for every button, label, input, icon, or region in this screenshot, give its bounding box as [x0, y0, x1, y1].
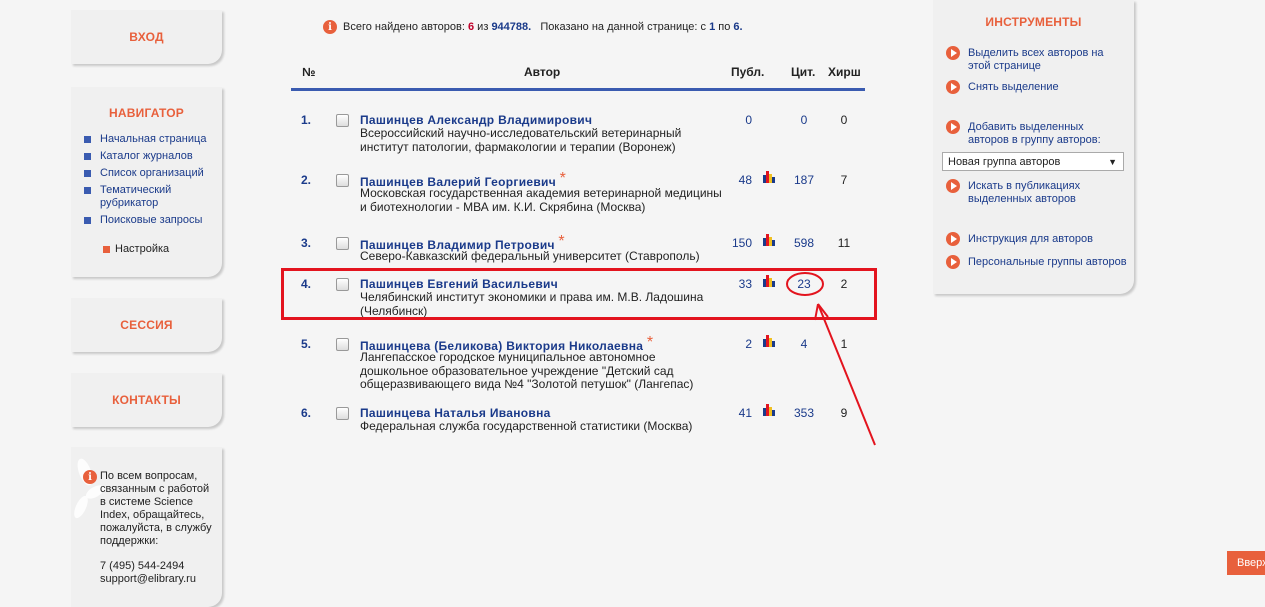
header-pubs[interactable]: Публ. — [731, 65, 764, 79]
author-name-link[interactable]: Пашинцева Наталья Ивановна — [360, 406, 551, 420]
row-checkbox[interactable] — [336, 338, 349, 351]
bullet-icon — [84, 170, 91, 177]
play-icon — [946, 80, 960, 94]
results-summary: i Всего найдено авторов: 6 из 944788. По… — [323, 20, 743, 34]
publications-count[interactable]: 150 — [732, 236, 752, 250]
author-organization: Федеральная служба государственной стати… — [360, 419, 693, 433]
header-hirsch[interactable]: Хирш — [828, 65, 861, 79]
author-group-select[interactable]: Новая группа авторов ▼ — [942, 152, 1124, 171]
login-label[interactable]: ВХОД — [129, 30, 163, 44]
contacts-panel[interactable]: КОНТАКТЫ — [71, 373, 222, 427]
navigator-list: Начальная страница Каталог журналов Спис… — [84, 133, 219, 231]
play-icon — [946, 179, 960, 193]
publications-count[interactable]: 48 — [739, 173, 752, 187]
found-count: 6 — [467, 21, 475, 33]
support-email[interactable]: support@elibrary.ru — [100, 573, 215, 586]
settings-bullet-icon — [103, 246, 110, 253]
hirsch-index: 7 — [840, 173, 848, 187]
row-number: 1. — [301, 113, 312, 127]
tools-title: ИНСТРУМЕНТЫ — [985, 15, 1082, 29]
publications-count[interactable]: 0 — [745, 113, 752, 127]
header-divider — [291, 88, 865, 91]
row-checkbox[interactable] — [336, 114, 349, 127]
row-number: 2. — [301, 173, 312, 187]
nav-item-organizations[interactable]: Список организаций — [84, 167, 219, 180]
bar-chart-icon[interactable] — [763, 234, 775, 246]
support-text-block: По всем вопросам, связанным с работой в … — [100, 470, 215, 586]
navigator-title: НАВИГАТОР — [109, 106, 184, 120]
author-organization: Московская государственная академия вете… — [360, 186, 722, 214]
header-citations[interactable]: Цит. — [791, 65, 815, 79]
row-number: 6. — [301, 406, 312, 420]
contacts-label[interactable]: КОНТАКТЫ — [112, 393, 181, 407]
search-pubs-link[interactable]: Искать в публикациях выделенных авторов — [946, 179, 1126, 206]
row-checkbox[interactable] — [336, 407, 349, 420]
star-icon: * — [646, 334, 654, 351]
nav-item-rubricator[interactable]: Тематический рубрикатор — [84, 184, 219, 210]
instructions-link[interactable]: Инструкция для авторов — [946, 232, 1126, 246]
row-checkbox[interactable] — [336, 174, 349, 187]
star-icon: * — [558, 233, 565, 250]
summary-prefix: Всего найдено авторов: — [343, 21, 465, 33]
nav-item-journals[interactable]: Каталог журналов — [84, 150, 219, 163]
row-checkbox[interactable] — [336, 237, 349, 250]
personal-groups-link[interactable]: Персональные группы авторов — [946, 255, 1131, 269]
add-to-group-link[interactable]: Добавить выделенных авторов в группу авт… — [946, 120, 1126, 147]
info-icon: i — [323, 20, 337, 34]
support-text: По всем вопросам, связанным с работой в … — [100, 470, 212, 547]
citations-count[interactable]: 598 — [789, 236, 819, 250]
tools-panel: ИНСТРУМЕНТЫ — [933, 0, 1134, 294]
hirsch-index: 0 — [840, 113, 848, 127]
author-organization: Лангепасское городское муниципальное авт… — [360, 350, 694, 391]
nav-item-home[interactable]: Начальная страница — [84, 133, 219, 146]
star-icon: * — [559, 170, 567, 187]
play-icon — [946, 232, 960, 246]
session-label[interactable]: СЕССИЯ — [120, 318, 172, 332]
nav-item-queries[interactable]: Поисковые запросы — [84, 214, 219, 227]
to-word: по — [718, 21, 731, 33]
hirsch-index: 11 — [837, 236, 851, 250]
bullet-icon — [84, 187, 91, 194]
navigator-panel: НАВИГАТОР Начальная страница Каталог жур… — [71, 87, 222, 277]
bar-chart-icon[interactable] — [763, 171, 775, 183]
deselect-link[interactable]: Снять выделение — [946, 80, 1126, 94]
citations-count[interactable]: 0 — [789, 113, 819, 127]
bullet-icon — [84, 153, 91, 160]
of-word: из — [477, 21, 489, 33]
citations-count[interactable]: 187 — [789, 173, 819, 187]
play-icon — [946, 120, 960, 134]
play-icon — [946, 46, 960, 60]
play-icon — [946, 255, 960, 269]
shown-prefix: Показано на данной странице: с — [540, 21, 707, 33]
publications-count[interactable]: 41 — [739, 406, 752, 420]
publications-count[interactable]: 2 — [745, 337, 752, 351]
scroll-top-button[interactable]: Вверх — [1227, 551, 1265, 575]
bullet-icon — [84, 217, 91, 224]
bullet-icon — [84, 136, 91, 143]
select-all-link[interactable]: Выделить всех авторов на этой странице — [946, 46, 1126, 73]
header-num: № — [302, 65, 316, 79]
author-name-link[interactable]: Пашинцев Александр Владимирович — [360, 113, 592, 127]
author-group-select-value: Новая группа авторов — [948, 156, 1061, 168]
shown-from: 1 — [709, 21, 716, 33]
author-organization: Северо-Кавказский федеральный университе… — [360, 249, 700, 263]
annotation-arrow — [786, 272, 876, 446]
chevron-down-icon: ▼ — [1108, 157, 1117, 167]
row-number: 3. — [301, 236, 312, 250]
author-organization: Всероссийский научно-исследовательский в… — [360, 126, 682, 154]
session-panel[interactable]: СЕССИЯ — [71, 298, 222, 352]
row-number: 5. — [301, 337, 312, 351]
bar-chart-icon[interactable] — [763, 335, 775, 347]
info-icon: i — [83, 470, 97, 484]
settings-link[interactable]: Настройка — [103, 243, 169, 255]
login-panel[interactable]: ВХОД — [71, 10, 222, 64]
support-phone: 7 (495) 544-2494 — [100, 560, 185, 572]
header-author[interactable]: Автор — [524, 65, 560, 79]
bar-chart-icon[interactable] — [763, 404, 775, 416]
total-count: 944788. — [491, 21, 532, 33]
shown-to: 6. — [733, 21, 743, 33]
